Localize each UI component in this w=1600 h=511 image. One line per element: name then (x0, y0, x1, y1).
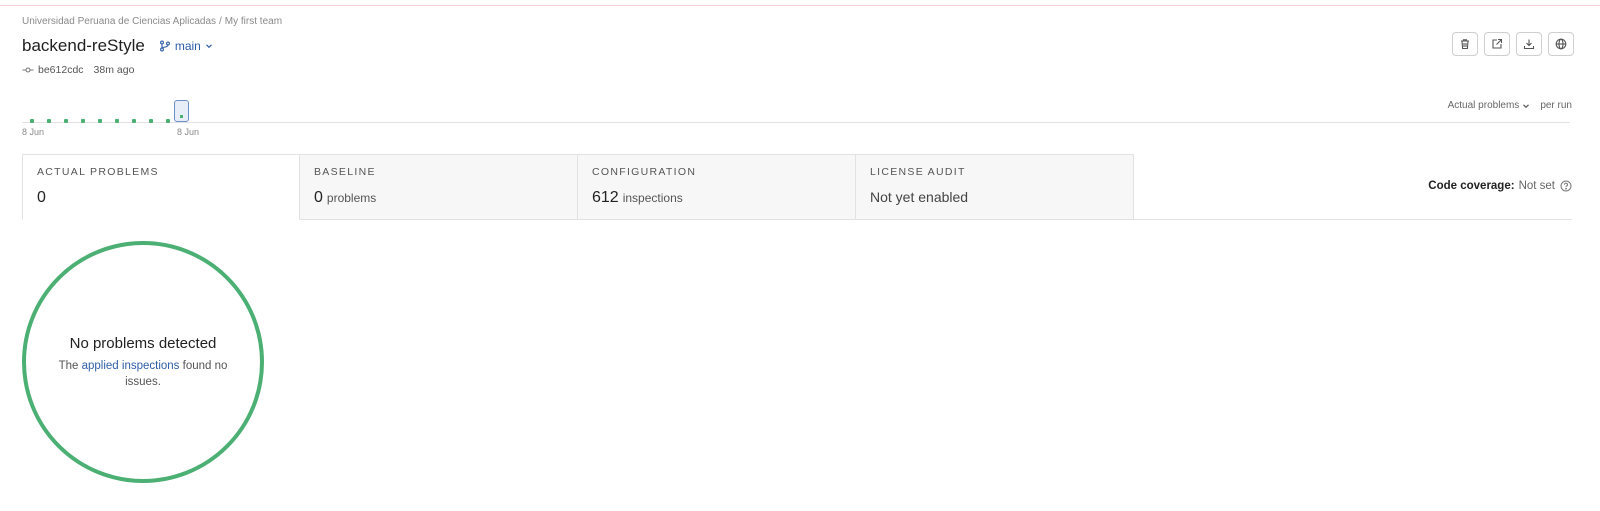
applied-inspections-link[interactable]: applied inspections (82, 360, 180, 372)
empty-state-text: The applied inspections found no issues. (58, 358, 228, 390)
coverage-help[interactable] (1560, 180, 1572, 192)
tab-value: Not yet enabled (870, 189, 1119, 205)
code-coverage: Code coverage: Not set (1428, 180, 1572, 192)
tab-actual-problems[interactable]: Actual problems 0 (22, 154, 300, 220)
tab-value-unit: inspections (622, 191, 683, 205)
empty-state: No problems detected The applied inspect… (22, 241, 264, 483)
tab-value-number: 0 (314, 189, 323, 206)
tab-value-number: 612 (592, 189, 619, 206)
tab-caption: Baseline (314, 166, 376, 178)
download-icon (1523, 39, 1535, 50)
help-circle-icon (1560, 180, 1572, 192)
tab-value: 0 problems (314, 189, 563, 207)
tab-caption: Configuration (592, 166, 697, 178)
metric-dropdown[interactable]: Actual problems (1448, 100, 1531, 111)
timeline-end-label: 8 Jun (177, 127, 200, 137)
trash-icon (1461, 39, 1469, 50)
chevron-down-icon (1523, 103, 1530, 108)
git-branch-icon (159, 40, 170, 52)
tab-value-unit: problems (326, 191, 377, 205)
breadcrumb-team[interactable]: My first team (225, 16, 282, 27)
tab-license-audit[interactable]: License audit Not yet enabled (856, 154, 1134, 220)
coverage-label: Code coverage: (1428, 180, 1515, 192)
tabs-divider (1134, 219, 1572, 220)
timeline-start-label: 8 Jun (22, 127, 45, 137)
chevron-down-icon (205, 44, 212, 49)
metric-selector: Actual problems per run (1448, 100, 1572, 111)
project-header: backend-reStyle main (22, 36, 217, 56)
empty-state-title: No problems detected (69, 334, 217, 352)
empty-state-text-before: The (58, 359, 79, 372)
tab-value: 0 (37, 189, 285, 207)
breadcrumb-separator: / (219, 16, 222, 27)
open-external-button[interactable] (1484, 32, 1510, 56)
commit-hash[interactable]: be612cdc (38, 64, 84, 76)
globe-button[interactable] (1548, 32, 1574, 56)
branch-selector[interactable]: main (159, 39, 217, 53)
summary-tabs: Actual problems 0 Baseline 0 problems Con… (22, 154, 1134, 220)
globe-icon (1555, 38, 1567, 50)
timeline-run-dot[interactable] (132, 119, 136, 123)
commit-icon (22, 67, 34, 73)
timeline-run-dot[interactable] (47, 119, 51, 123)
download-button[interactable] (1516, 32, 1542, 56)
breadcrumb-org[interactable]: Universidad Peruana de Ciencias Aplicada… (22, 16, 216, 27)
timeline-run-dot[interactable] (30, 119, 34, 123)
commit-info: be612cdc 38m ago (22, 64, 134, 76)
selected-run-dot (180, 115, 183, 118)
timeline-run-dot[interactable] (166, 119, 170, 123)
tab-configuration[interactable]: Configuration 612 inspections (578, 154, 856, 220)
tab-caption: Actual problems (37, 166, 159, 178)
timeline-run-dot[interactable] (149, 119, 153, 123)
tab-baseline[interactable]: Baseline 0 problems (300, 154, 578, 220)
tab-caption: License audit (870, 166, 966, 178)
timeline-run-dot[interactable] (98, 119, 102, 123)
toolbar (1452, 32, 1574, 56)
metric-dropdown-value: Actual problems (1447, 100, 1520, 111)
external-link-icon (1492, 38, 1503, 49)
timeline-axis (22, 122, 1570, 123)
project-title: backend-reStyle (22, 36, 145, 55)
tab-value-text: Not yet enabled (870, 189, 969, 205)
timeline-run-dot[interactable] (64, 119, 68, 123)
delete-button[interactable] (1452, 32, 1478, 56)
tab-value-number: 0 (37, 189, 46, 206)
branch-name: main (174, 39, 201, 53)
commit-time: 38m ago (93, 64, 135, 76)
top-accent-line (0, 5, 1600, 6)
breadcrumb: Universidad Peruana de Ciencias Aplicada… (22, 16, 282, 27)
coverage-value: Not set (1518, 180, 1555, 192)
metric-suffix: per run (1540, 100, 1572, 111)
runs-timeline: 8 Jun 8 Jun (22, 96, 1570, 142)
timeline-run-dot[interactable] (115, 119, 119, 123)
timeline-selected-run[interactable] (174, 100, 189, 122)
tab-value: 612 inspections (592, 189, 841, 207)
timeline-run-dot[interactable] (81, 119, 85, 123)
